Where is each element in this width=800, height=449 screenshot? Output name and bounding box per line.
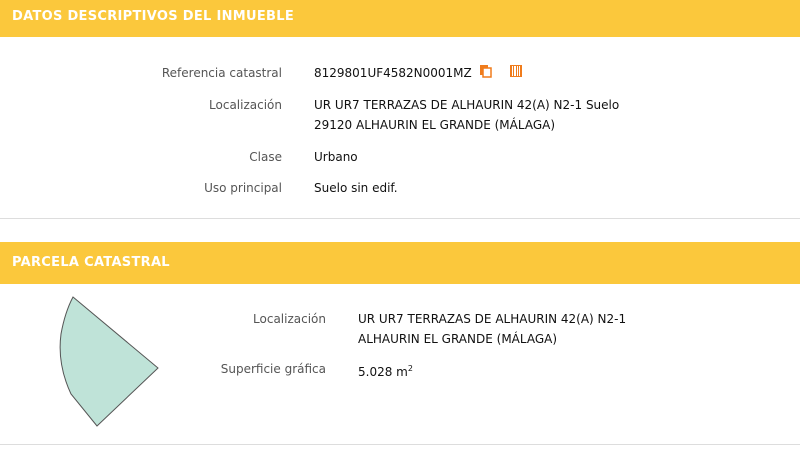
inmueble-section-header: DATOS DESCRIPTIVOS DEL INMUEBLE <box>0 0 800 37</box>
superficie-value: 5.028 m <box>358 365 408 379</box>
ref-catastral-label: Referencia catastral <box>161 66 282 80</box>
localizacion-line2: 29120 ALHAURIN EL GRANDE (MÁLAGA) <box>314 118 556 132</box>
parcela-localizacion-line2: ALHAURIN EL GRANDE (MÁLAGA) <box>358 332 558 346</box>
uso-principal-label: Uso principal <box>204 181 282 195</box>
clase-label: Clase <box>249 150 282 164</box>
parcela-localizacion-line1: UR UR7 TERRAZAS DE ALHAURIN 42(A) N2-1 <box>358 312 627 326</box>
parcela-section-title: PARCELA CATASTRAL <box>12 255 170 270</box>
parcela-section-body: Localización UR UR7 TERRAZAS DE ALHAURIN… <box>0 284 800 445</box>
superficie-label: Superficie gráfica <box>220 362 326 376</box>
superficie-unit-exponent: 2 <box>407 364 413 373</box>
superficie-value-wrap: 5.028 m2 <box>358 359 413 382</box>
inmueble-section-body: Referencia catastral 8129801UF4582N0001M… <box>0 37 800 219</box>
ref-catastral-value[interactable]: 8129801UF4582N0001MZ <box>314 66 472 80</box>
copy-icon[interactable] <box>479 64 493 84</box>
inmueble-section-title: DATOS DESCRIPTIVOS DEL INMUEBLE <box>12 9 295 24</box>
parcela-section-header: PARCELA CATASTRAL <box>0 242 800 284</box>
ref-catastral-value-wrap: 8129801UF4582N0001MZ <box>314 63 523 84</box>
clase-value: Urbano <box>314 150 358 164</box>
uso-principal-value: Suelo sin edif. <box>314 181 398 195</box>
localizacion-label: Localización <box>209 98 282 112</box>
barcode-icon[interactable] <box>509 64 523 84</box>
localizacion-line1: UR UR7 TERRAZAS DE ALHAURIN 42(A) N2-1 S… <box>314 98 620 112</box>
parcela-localizacion-label: Localización <box>253 312 326 326</box>
